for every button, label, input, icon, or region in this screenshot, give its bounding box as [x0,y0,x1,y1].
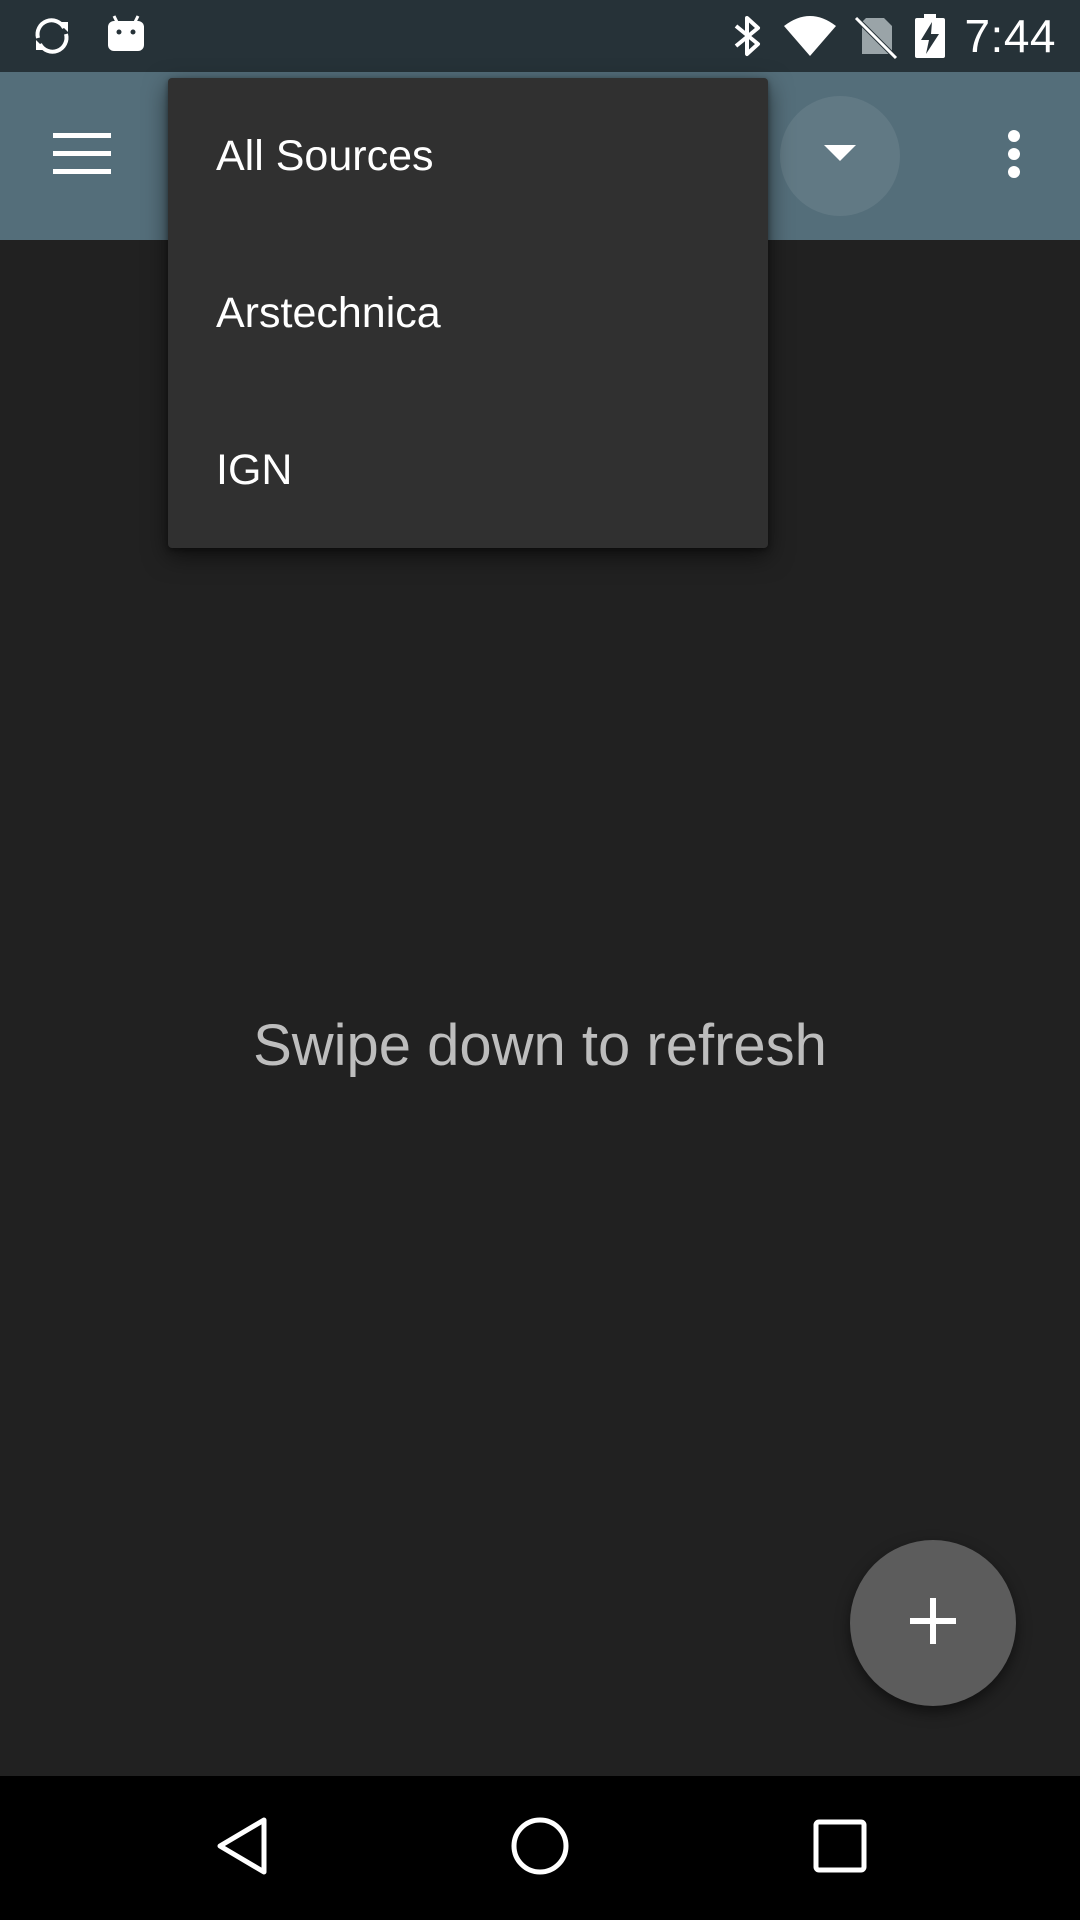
add-source-fab[interactable] [850,1540,1016,1706]
back-icon [212,1816,272,1881]
hamburger-menu-icon [53,132,111,180]
back-button[interactable] [194,1800,290,1896]
home-button[interactable] [492,1800,588,1896]
source-spinner-button[interactable] [780,96,900,216]
home-icon [510,1816,570,1881]
dropdown-item-label: IGN [216,446,293,494]
battery-charging-icon [912,12,948,60]
navigation-bar [0,1776,1080,1920]
no-sim-icon [852,12,900,60]
dropdown-arrow-icon [824,144,856,168]
menu-button[interactable] [28,102,136,210]
recents-button[interactable] [792,1800,888,1896]
recents-icon [812,1818,868,1879]
overflow-menu-button[interactable] [966,102,1062,210]
plus-icon [910,1597,956,1649]
bluetooth-icon [724,12,772,60]
dropdown-item-label: All Sources [216,132,434,180]
source-dropdown-menu: All Sources Arstechnica IGN [168,78,768,548]
status-bar: 7:44 [0,0,1080,72]
dropdown-item-all-sources[interactable]: All Sources [168,78,768,235]
empty-state-message: Swipe down to refresh [253,1013,827,1078]
wifi-icon [782,12,838,60]
screen: 7:44 All Sources Arstechnica IGN Swipe d… [0,0,1080,1920]
android-icon [102,12,150,60]
dropdown-item-arstechnica[interactable]: Arstechnica [168,235,768,392]
sync-icon [28,12,76,60]
dropdown-item-ign[interactable]: IGN [168,392,768,549]
clock: 7:44 [964,10,1056,62]
more-vert-icon [1006,128,1022,185]
dropdown-item-label: Arstechnica [216,289,441,337]
